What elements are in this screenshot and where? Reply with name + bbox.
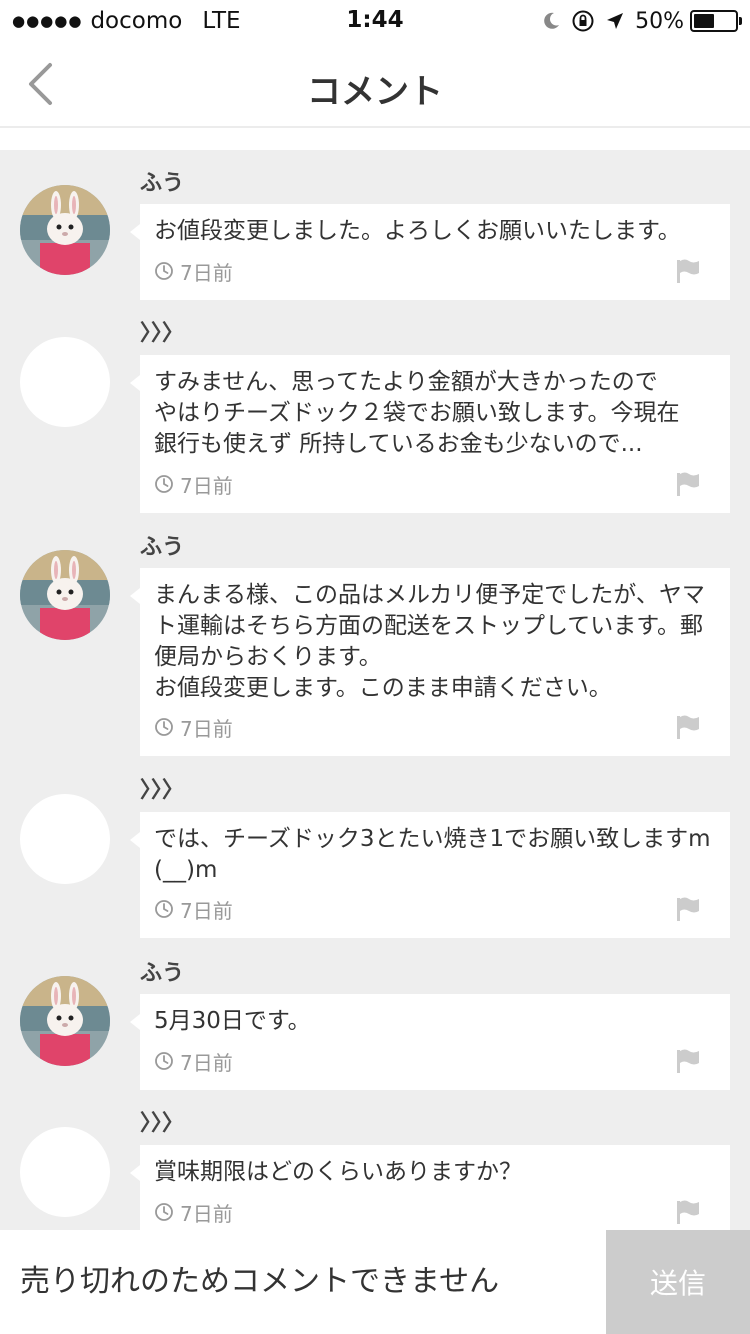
comment-username[interactable]: 〉〉〉: [140, 1108, 184, 1140]
bunny-avatar-image: [20, 550, 110, 640]
comment-bubble: すみません、思ってたより金額が大きかったので やはりチーズドック２袋でお願い致し…: [130, 355, 730, 513]
flag-icon[interactable]: [676, 1199, 700, 1225]
clock-icon: [154, 717, 174, 737]
moon-icon: [541, 11, 561, 31]
flag-icon[interactable]: [676, 714, 700, 740]
bunny-avatar-image: [20, 976, 110, 1066]
comment-text: お値段変更しました。よろしくお願いいたします。: [154, 218, 681, 244]
flag-icon[interactable]: [676, 471, 700, 497]
comment-meta: 7日前: [154, 896, 233, 923]
avatar[interactable]: [20, 794, 110, 884]
comment-text: 5月30日です。: [154, 1008, 311, 1034]
comment-time: 7日前: [180, 1050, 233, 1075]
comment-bubble: まんまる様、この品はメルカリ便予定でしたが、ヤマト運輸はそちら方面の配送をストッ…: [130, 568, 730, 756]
comment-bubble: では、チーズドック3とたい焼き1でお願い致しますm(__)m 7日前: [130, 812, 730, 938]
avatar[interactable]: [20, 185, 110, 275]
comment-time: 7日前: [180, 1201, 233, 1226]
comment-meta: 7日前: [154, 714, 233, 741]
location-arrow-icon: [605, 11, 625, 31]
comment-time: 7日前: [180, 260, 233, 285]
comment-username[interactable]: ふう: [140, 958, 184, 990]
status-right: 50%: [531, 7, 742, 35]
comment-meta: 7日前: [154, 1048, 233, 1075]
comment-text: まんまる様、この品はメルカリ便予定でしたが、ヤマト運輸はそちら方面の配送をストッ…: [154, 582, 705, 701]
comment-username[interactable]: 〉〉〉: [140, 775, 184, 807]
clock-icon: [154, 261, 174, 281]
clock-icon: [154, 1051, 174, 1071]
comment-time: 7日前: [180, 716, 233, 741]
battery-icon: [690, 10, 742, 32]
comment-bubble: お値段変更しました。よろしくお願いいたします。 7日前: [130, 204, 730, 300]
comment-text: すみません、思ってたより金額が大きかったので やはりチーズドック２袋でお願い致し…: [154, 369, 680, 457]
send-button[interactable]: 送信: [606, 1230, 750, 1334]
comment-meta: 7日前: [154, 471, 233, 498]
comment-username[interactable]: 〉〉〉: [140, 318, 184, 350]
battery-percent: 50%: [635, 8, 684, 34]
comment-text: では、チーズドック3とたい焼き1でお願い致しますm(__)m: [154, 826, 711, 883]
comment-username[interactable]: ふう: [140, 168, 184, 200]
page-title: コメント: [307, 72, 443, 112]
comment-input-bar: 売り切れのためコメントできません 送信: [0, 1230, 750, 1334]
rotation-lock-icon: [571, 9, 595, 33]
flag-icon[interactable]: [676, 258, 700, 284]
comment-time: 7日前: [180, 473, 233, 498]
battery-fill: [694, 14, 714, 28]
avatar[interactable]: [20, 337, 110, 427]
comment-list[interactable]: ふう お値段変更しました。よろしくお願いいたします。 7日前 〉〉〉 すみません…: [0, 150, 750, 1230]
clock-icon: [154, 899, 174, 919]
comment-bubble: 5月30日です。 7日前: [130, 994, 730, 1090]
avatar[interactable]: [20, 1127, 110, 1217]
comment-meta: 7日前: [154, 1199, 233, 1226]
nav-header: コメント: [0, 40, 750, 128]
flag-icon[interactable]: [676, 1048, 700, 1074]
comment-bubble: 賞味期限はどのくらいありますか？ 7日前: [130, 1145, 730, 1230]
avatar[interactable]: [20, 550, 110, 640]
comment-meta: 7日前: [154, 258, 233, 285]
comment-text: 賞味期限はどのくらいありますか？: [154, 1159, 522, 1185]
clock-icon: [154, 474, 174, 494]
comment-time: 7日前: [180, 898, 233, 923]
clock-icon: [154, 1202, 174, 1222]
avatar[interactable]: [20, 976, 110, 1066]
flag-icon[interactable]: [676, 896, 700, 922]
comment-username[interactable]: ふう: [140, 532, 184, 564]
status-bar: ●●●●● docomo LTE 1:44 50%: [0, 0, 750, 40]
comment-input[interactable]: 売り切れのためコメントできません: [20, 1230, 600, 1334]
bunny-avatar-image: [20, 185, 110, 275]
